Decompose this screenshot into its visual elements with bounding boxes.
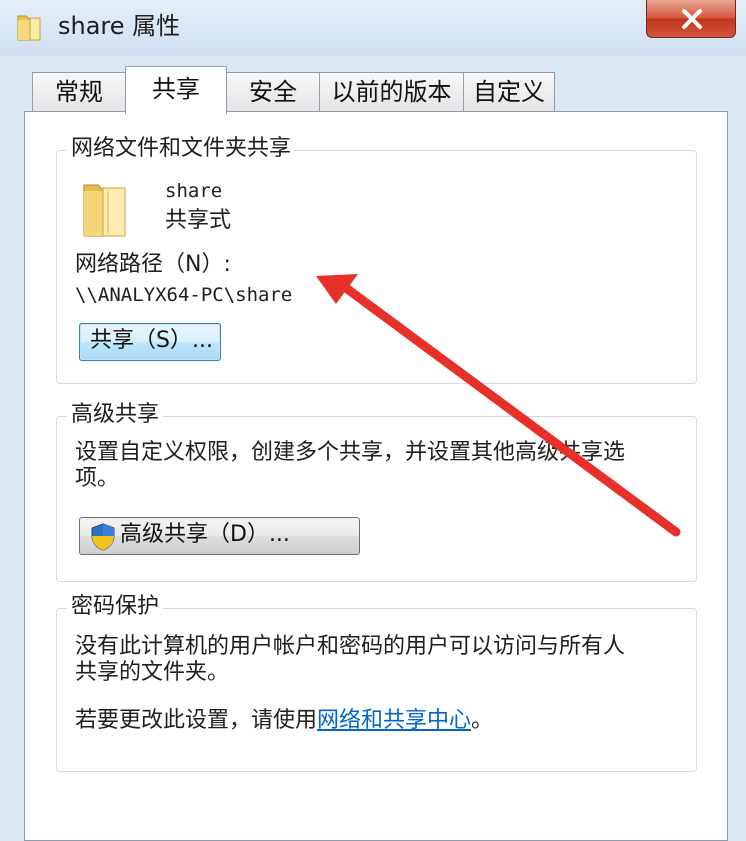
password-protection-group: 密码保护 没有此计算机的用户帐户和密码的用户可以访问与所有人 共享的文件夹。 若… (56, 593, 697, 772)
tab-customize[interactable]: 自定义 (463, 72, 555, 112)
share-status: 共享式 (165, 208, 232, 233)
window-title: share 属性 (58, 12, 181, 40)
network-sharing-group: 网络文件和文件夹共享 share 共享式 网络路径（N）: \\ANALYX64… (56, 135, 697, 384)
advanced-sharing-button[interactable]: 高级共享（D）... (79, 517, 360, 555)
folder-name: share (165, 180, 223, 202)
advanced-sharing-description-line2: 项。 (75, 466, 120, 491)
network-sharing-legend: 网络文件和文件夹共享 (67, 135, 296, 163)
tab-previous-versions[interactable]: 以前的版本 (319, 72, 464, 112)
password-change-instruction: 若要更改此设置，请使用网络和共享中心。 (75, 708, 494, 733)
network-path-value: \\ANALYX64-PC\share (75, 284, 293, 306)
folder-icon (81, 179, 129, 243)
uac-shield-icon (90, 523, 116, 562)
advanced-sharing-legend: 高级共享 (67, 401, 164, 429)
network-sharing-center-link[interactable]: 网络和共享中心 (317, 708, 471, 733)
tab-security[interactable]: 安全 (226, 72, 320, 112)
share-button[interactable]: 共享（S）... (79, 323, 221, 361)
sharing-panel: 网络文件和文件夹共享 share 共享式 网络路径（N）: \\ANALYX64… (24, 111, 728, 841)
password-protection-legend: 密码保护 (67, 593, 164, 621)
password-description-line1: 没有此计算机的用户帐户和密码的用户可以访问与所有人 (75, 634, 626, 659)
title-bar: share 属性 (0, 0, 746, 56)
advanced-sharing-description-line1: 设置自定义权限，创建多个共享，并设置其他高级共享选 (75, 440, 626, 465)
tab-general[interactable]: 常规 (32, 72, 126, 112)
close-icon (682, 9, 702, 29)
password-description-line2: 共享的文件夹。 (75, 660, 230, 685)
tab-sharing[interactable]: 共享 (125, 66, 227, 114)
network-path-label: 网络路径（N）: (75, 252, 231, 277)
folder-icon (16, 12, 42, 42)
advanced-sharing-group: 高级共享 设置自定义权限，创建多个共享，并设置其他高级共享选 项。 高级共享（D… (56, 401, 697, 582)
close-button[interactable] (646, 0, 736, 38)
